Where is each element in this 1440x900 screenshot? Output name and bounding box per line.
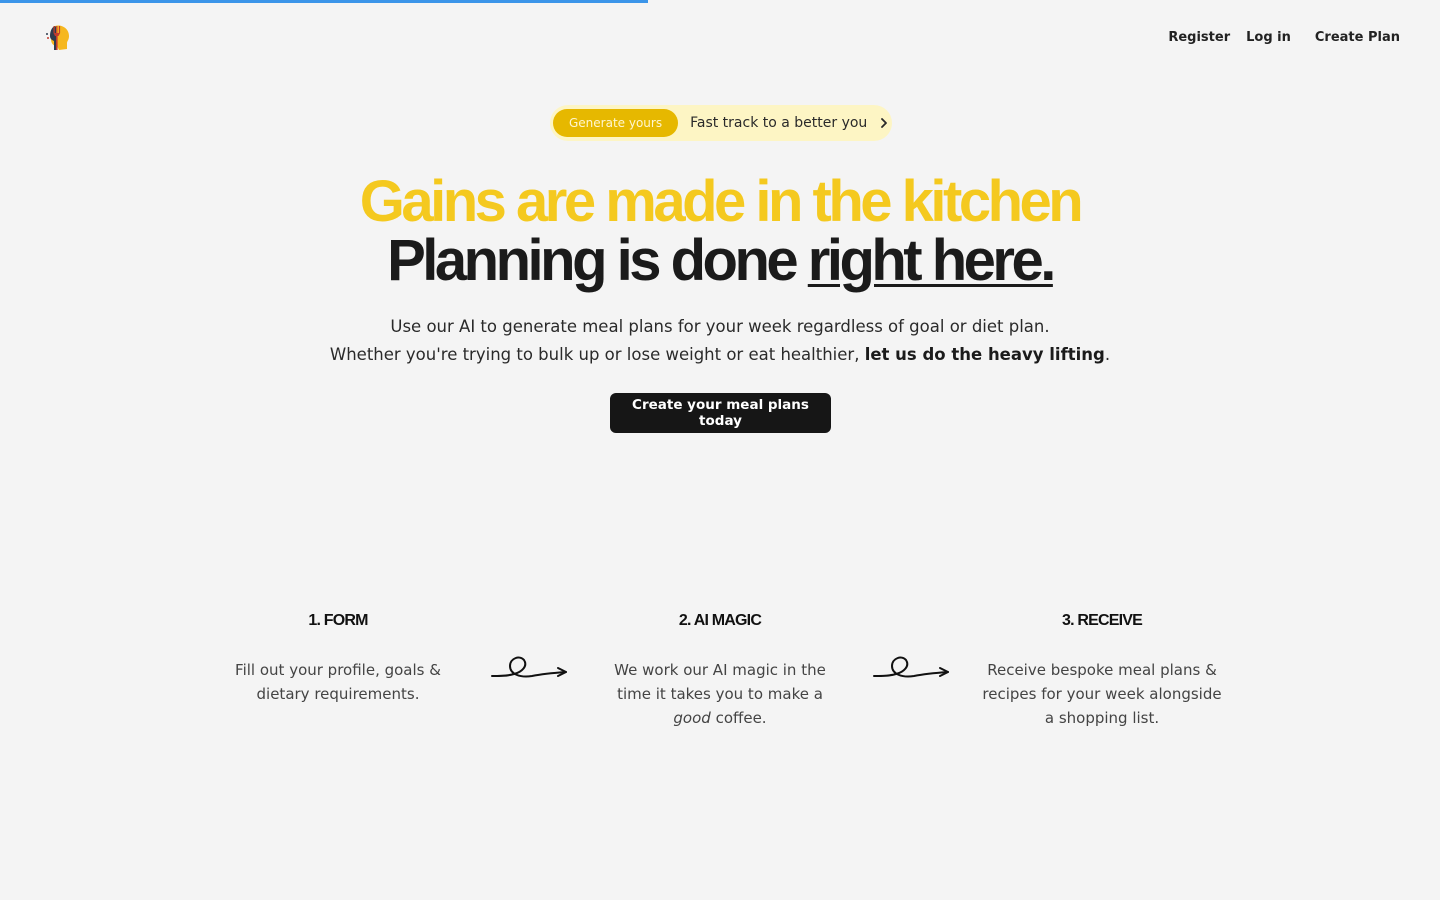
hero-subcopy-line-1: Use our AI to generate meal plans for yo…: [390, 317, 1050, 336]
top-navigation: Register Log in Create Plan: [1168, 30, 1400, 45]
step-description-text: Receive bespoke meal plans & recipes for…: [982, 661, 1222, 727]
hero-headline-secondary: Planning is done right here.: [0, 231, 1440, 291]
generate-yours-badge[interactable]: Generate yours: [553, 109, 679, 137]
step-description-italic: good: [673, 709, 711, 727]
subcopy-line-2-suffix: .: [1104, 345, 1111, 364]
step-title: 3. RECEIVE: [1061, 612, 1143, 629]
step-title: 1. FORM: [308, 612, 368, 629]
step-form: 1. FORM Fill out your profile, goals & d…: [218, 610, 458, 706]
subcopy-line-2-text: Whether you're trying to bulk up or lose…: [329, 345, 865, 364]
step-description: We work our AI magic in the time it take…: [600, 658, 840, 730]
announcement-pill[interactable]: Generate yours Fast track to a better yo…: [550, 105, 892, 141]
step-receive: 3. RECEIVE Receive bespoke meal plans & …: [982, 610, 1222, 730]
step-description-text: Fill out your profile, goals & dietary r…: [235, 661, 441, 703]
create-plan-link[interactable]: Create Plan: [1315, 30, 1400, 45]
page-loading-progress-bar: [0, 0, 648, 3]
create-meal-plans-button[interactable]: Create your meal plans today: [610, 393, 831, 433]
headline-underlined-text: right here.: [807, 228, 1057, 293]
squiggle-arrow-icon: [491, 656, 567, 678]
step-description-suffix: coffee.: [710, 709, 767, 727]
squiggle-arrow-icon: [873, 656, 949, 678]
step-description-text: We work our AI magic in the time it take…: [614, 661, 826, 703]
announcement-text[interactable]: Fast track to a better you: [690, 115, 867, 131]
step-ai-magic: 2. AI MAGIC We work our AI magic in the …: [600, 610, 840, 730]
hero-subcopy-line-2: Whether you're trying to bulk up or lose…: [0, 341, 1440, 369]
step-description: Fill out your profile, goals & dietary r…: [218, 658, 458, 706]
step-description: Receive bespoke meal plans & recipes for…: [982, 658, 1222, 730]
chevron-right-icon[interactable]: [879, 116, 889, 130]
login-link[interactable]: Log in: [1246, 30, 1291, 45]
head-with-fork-logo-icon[interactable]: [44, 24, 70, 52]
subcopy-line-2-bold-text: let us do the heavy lifting: [864, 345, 1105, 364]
hero-headline-primary: Gains are made in the kitchen: [359, 169, 1084, 234]
step-title: 2. AI MAGIC: [678, 612, 762, 629]
register-link[interactable]: Register: [1168, 30, 1230, 45]
headline-secondary-text: Planning is done: [387, 228, 808, 293]
